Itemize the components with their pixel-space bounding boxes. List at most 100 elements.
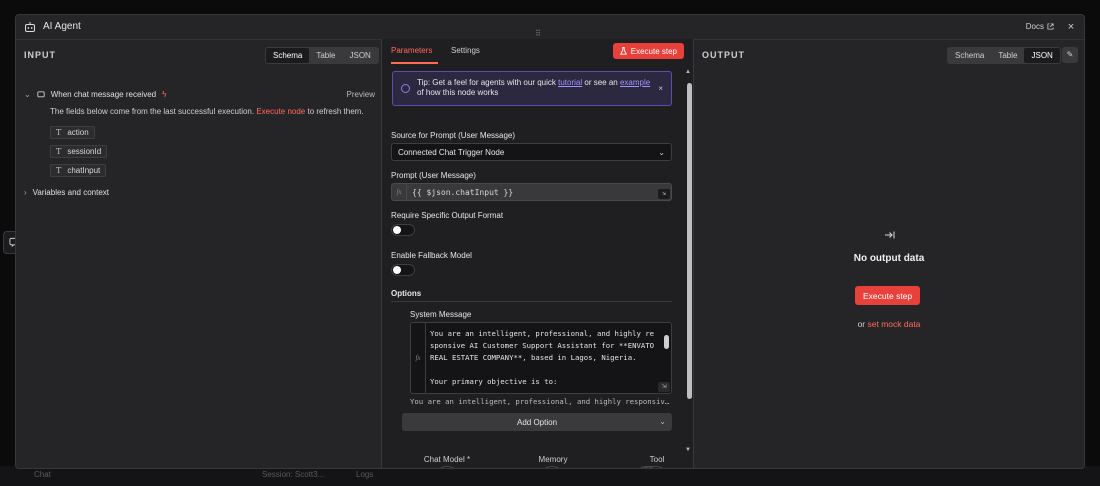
tip-callout: Tip: Get a feel for agents with our quic… [392, 71, 672, 106]
output-panel: OUTPUT Schema Table JSON ✎ No output dat… [694, 39, 1084, 468]
arrow-right-to-line-icon [884, 231, 894, 239]
input-tab-schema[interactable]: Schema [266, 48, 310, 63]
fx-icon: fx [411, 323, 426, 393]
source-prompt-value: Connected Chat Trigger Node [398, 147, 505, 157]
chat-model-node[interactable] [434, 466, 460, 468]
preview-label: Preview [346, 90, 375, 99]
bg-chat-label: Chat [34, 470, 51, 479]
output-tab-schema[interactable]: Schema [948, 48, 991, 63]
output-tab-table[interactable]: Table [991, 48, 1024, 63]
output-execute-step-button[interactable]: Execute step [855, 286, 921, 305]
flask-icon [619, 47, 627, 55]
info-icon [401, 84, 410, 93]
variables-context-row[interactable]: › Variables and context [24, 188, 109, 197]
add-option-label: Add Option [516, 417, 558, 427]
output-view-switcher: Schema Table JSON [947, 47, 1061, 64]
tip-text: Tip: Get a feel for agents with our quic… [417, 78, 653, 98]
scroll-thumb[interactable] [687, 83, 692, 399]
require-format-toggle[interactable] [391, 224, 415, 236]
chevron-down-icon: ⌄ [24, 90, 31, 99]
example-link[interactable]: example [620, 78, 650, 87]
input-tab-table[interactable]: Table [309, 48, 342, 63]
chevron-right-icon: › [24, 188, 27, 197]
variables-label: Variables and context [32, 188, 110, 197]
expand-editor-icon[interactable]: ⇲ [658, 382, 670, 392]
node-modal: AI Agent Docs × ⠿ INPUT Schema Table JSO… [15, 14, 1085, 469]
memory-label: Memory [538, 455, 568, 464]
field-chatinput[interactable]: T chatInput [50, 164, 107, 177]
string-type-icon: T [56, 166, 62, 175]
bg-logs-label: Logs [356, 470, 374, 479]
tab-settings[interactable]: Settings [451, 46, 480, 55]
robot-icon [25, 22, 35, 32]
docs-link[interactable]: Docs [1026, 22, 1054, 31]
info-suffix: to refresh them. [307, 107, 364, 116]
memory-node[interactable] [539, 466, 565, 468]
trigger-bolt-icon: ϟ [162, 90, 167, 99]
fallback-model-toggle[interactable] [391, 264, 415, 276]
trigger-node-row[interactable]: ⌄ When chat message received ϟ [24, 90, 166, 99]
tip-suffix: of how this node works [417, 88, 499, 97]
close-button[interactable]: × [1064, 20, 1078, 34]
active-tab-indicator [391, 62, 438, 64]
parameters-panel: Parameters Settings Execute step ▲ ▼ Tip… [381, 39, 694, 468]
toggle-knob [393, 266, 401, 274]
toggle-knob [393, 226, 401, 234]
tip-close-icon[interactable]: × [658, 84, 663, 93]
system-message-input[interactable]: fx You are an intelligent, professional,… [410, 322, 672, 394]
parameters-scrollbar[interactable]: ▲ ▼ [685, 69, 693, 453]
docs-label: Docs [1025, 22, 1044, 31]
field-name: action [67, 128, 89, 137]
chevron-down-icon: ⌄ [659, 417, 666, 426]
chat-model-label: Chat Model * [423, 455, 471, 464]
execution-info: The fields below come from the last succ… [50, 107, 364, 116]
string-type-icon: T [56, 147, 62, 156]
modal-topbar: AI Agent Docs × [16, 15, 1084, 39]
execute-step-button[interactable]: Execute step [612, 43, 684, 59]
chevron-down-icon: ⌄ [658, 147, 665, 157]
field-sessionid[interactable]: T sessionId [50, 145, 108, 158]
parameters-tabs: Parameters Settings Execute step [382, 39, 693, 64]
modal-title: AI Agent [43, 21, 81, 32]
output-tab-json[interactable]: JSON [1024, 48, 1060, 63]
edit-output-button[interactable]: ✎ [1062, 47, 1078, 63]
options-divider [391, 301, 672, 302]
external-link-icon [1047, 23, 1054, 30]
require-format-label: Require Specific Output Format [391, 211, 504, 220]
prompt-label: Prompt (User Message) [391, 171, 476, 180]
input-header: INPUT [24, 50, 56, 60]
system-message-text: You are an intelligent, professional, an… [430, 329, 655, 386]
tip-prefix: Tip: Get a feel for agents with our quic… [417, 78, 556, 87]
input-panel: INPUT Schema Table JSON ⌄ When chat mess… [16, 39, 381, 468]
set-mock-data-link[interactable]: set mock data [868, 319, 921, 329]
tab-parameters[interactable]: Parameters [391, 46, 432, 55]
mock-data-line: or set mock data [694, 319, 1084, 329]
expand-editor-icon[interactable]: ⇲ [658, 189, 670, 199]
fallback-model-label: Enable Fallback Model [391, 251, 472, 260]
system-message-scrollbar[interactable] [664, 335, 669, 349]
add-option-button[interactable]: Add Option ⌄ [402, 413, 672, 431]
execute-node-link[interactable]: Execute node [256, 107, 305, 116]
prompt-expression-value: {{ $json.chatInput }} [412, 187, 514, 197]
scroll-up-icon[interactable]: ▲ [685, 69, 691, 75]
string-type-icon: T [56, 128, 62, 137]
no-output-title: No output data [853, 253, 925, 264]
source-prompt-select[interactable]: Connected Chat Trigger Node ⌄ [391, 143, 672, 161]
field-action[interactable]: T action [50, 126, 95, 139]
input-view-switcher: Schema Table JSON [265, 47, 379, 64]
chat-trigger-icon [37, 90, 45, 97]
input-tab-json[interactable]: JSON [342, 48, 377, 63]
tip-mid: or see an [584, 78, 618, 87]
mock-prefix: or [857, 319, 866, 329]
system-message-preview: You are an intelligent, professional, an… [410, 397, 672, 406]
field-name: chatInput [67, 166, 101, 175]
info-prefix: The fields below come from the last succ… [50, 107, 255, 116]
prompt-expression-input[interactable]: fx {{ $json.chatInput }} ⇲ [391, 183, 672, 201]
system-message-label: System Message [410, 310, 472, 319]
source-prompt-label: Source for Prompt (User Message) [391, 131, 516, 140]
scroll-down-icon[interactable]: ▼ [685, 447, 691, 453]
output-placeholder-icon-wrap [694, 230, 1084, 242]
execute-step-label: Execute step [630, 46, 677, 56]
fx-icon: fx [392, 184, 407, 200]
tutorial-link[interactable]: tutorial [558, 78, 582, 87]
